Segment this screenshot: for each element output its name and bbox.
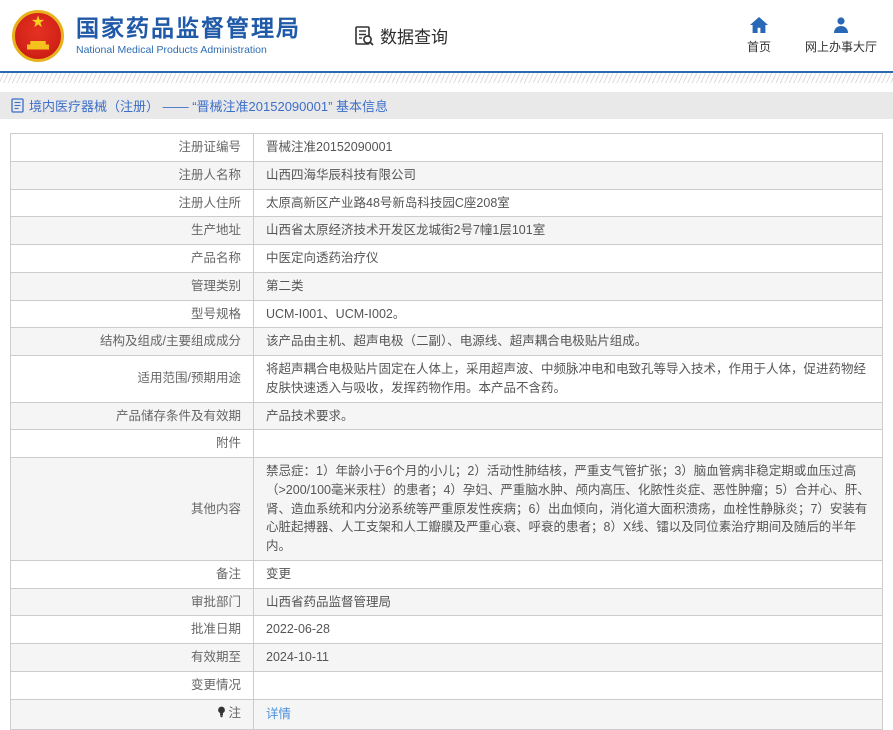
row-label: 结构及组成/主要组成成分 [11, 328, 254, 356]
row-label: 注册证编号 [11, 134, 254, 162]
row-label: 生产地址 [11, 217, 254, 245]
online-hall-label: 网上办事大厅 [805, 38, 877, 55]
stripe-divider [0, 73, 893, 83]
site-header: ★ 国家药品监督管理局 National Medical Products Ad… [0, 0, 893, 73]
row-label: 批准日期 [11, 616, 254, 644]
site-title: 国家药品监督管理局 [76, 15, 301, 41]
row-value: 将超声耦合电极贴片固定在人体上，采用超声波、中频脉冲电和电致孔等导入技术，作用于… [254, 356, 883, 403]
person-icon [831, 16, 851, 34]
row-value: 变更 [254, 560, 883, 588]
row-value [254, 430, 883, 458]
table-row: 批准日期2022-06-28 [11, 616, 883, 644]
table-row: 注册证编号晋械注准20152090001 [11, 134, 883, 162]
row-label: 注册人住所 [11, 189, 254, 217]
note-label-text: 注 [228, 704, 241, 723]
row-label: 管理类别 [11, 272, 254, 300]
row-value [254, 671, 883, 699]
row-value: 2022-06-28 [254, 616, 883, 644]
document-magnifier-icon [353, 25, 375, 47]
nmpa-emblem-icon: ★ [12, 10, 64, 62]
row-value: 产品技术要求。 [254, 402, 883, 430]
table-row: 其他内容禁忌症：1）年龄小于6个月的小儿；2）活动性肺结核，严重支气管扩张；3）… [11, 458, 883, 561]
data-query-label: 数据查询 [380, 23, 448, 48]
detail-link[interactable]: 详情 [266, 707, 291, 721]
home-link[interactable]: 首页 [747, 16, 771, 55]
table-row: 适用范围/预期用途将超声耦合电极贴片固定在人体上，采用超声波、中频脉冲电和电致孔… [11, 356, 883, 403]
emblem-gate [27, 41, 49, 50]
row-value: 2024-10-11 [254, 644, 883, 672]
table-row: 注册人名称山西四海华辰科技有限公司 [11, 161, 883, 189]
table-row: 注册人住所太原高新区产业路48号新岛科技园C座208室 [11, 189, 883, 217]
header-links: 首页 网上办事大厅 [747, 16, 877, 55]
breadcrumb: 境内医疗器械（注册） —— “晋械注准20152090001” 基本信息 [0, 92, 893, 119]
emblem-star: ★ [31, 15, 45, 31]
table-row: 变更情况 [11, 671, 883, 699]
table-row: 管理类别第二类 [11, 272, 883, 300]
lamp-icon [217, 706, 226, 719]
row-label: 适用范围/预期用途 [11, 356, 254, 403]
home-label: 首页 [747, 38, 771, 55]
row-label: 有效期至 [11, 644, 254, 672]
row-value: 详情 [254, 699, 883, 730]
row-label: 附件 [11, 430, 254, 458]
row-value: 该产品由主机、超声电极（二副）、电源线、超声耦合电极贴片组成。 [254, 328, 883, 356]
online-hall-link[interactable]: 网上办事大厅 [805, 16, 877, 55]
row-label: 产品名称 [11, 245, 254, 273]
row-value: 禁忌症：1）年龄小于6个月的小儿；2）活动性肺结核，严重支气管扩张；3）脑血管病… [254, 458, 883, 561]
table-row: 有效期至2024-10-11 [11, 644, 883, 672]
row-label: 备注 [11, 560, 254, 588]
row-label: 审批部门 [11, 588, 254, 616]
row-value: 中医定向透药治疗仪 [254, 245, 883, 273]
row-value: 太原高新区产业路48号新岛科技园C座208室 [254, 189, 883, 217]
row-value: 晋械注准20152090001 [254, 134, 883, 162]
row-value: UCM-Ⅰ001、UCM-Ⅰ002。 [254, 300, 883, 328]
site-subtitle: National Medical Products Administration [76, 44, 301, 56]
row-label: 注 [11, 699, 254, 730]
table-row: 产品储存条件及有效期产品技术要求。 [11, 402, 883, 430]
row-value: 山西省药品监督管理局 [254, 588, 883, 616]
row-label: 型号规格 [11, 300, 254, 328]
site-title-block: 国家药品监督管理局 National Medical Products Admi… [76, 15, 301, 55]
table-row: 审批部门山西省药品监督管理局 [11, 588, 883, 616]
registration-info-table: 注册证编号晋械注准20152090001 注册人名称山西四海华辰科技有限公司 注… [10, 133, 883, 730]
row-value: 山西省太原经济技术开发区龙城街2号7幢1层101室 [254, 217, 883, 245]
home-icon [749, 16, 769, 34]
table-row: 产品名称中医定向透药治疗仪 [11, 245, 883, 273]
row-label: 其他内容 [11, 458, 254, 561]
row-label: 产品储存条件及有效期 [11, 402, 254, 430]
row-label: 注册人名称 [11, 161, 254, 189]
row-value: 第二类 [254, 272, 883, 300]
table-row: 注 详情 [11, 699, 883, 730]
table-row: 结构及组成/主要组成成分该产品由主机、超声电极（二副）、电源线、超声耦合电极贴片… [11, 328, 883, 356]
row-value: 山西四海华辰科技有限公司 [254, 161, 883, 189]
table-row: 附件 [11, 430, 883, 458]
table-row: 生产地址山西省太原经济技术开发区龙城街2号7幢1层101室 [11, 217, 883, 245]
breadcrumb-text: 境内医疗器械（注册） —— “晋械注准20152090001” 基本信息 [29, 96, 388, 115]
data-query-nav[interactable]: 数据查询 [353, 23, 448, 48]
row-label: 变更情况 [11, 671, 254, 699]
table-row: 型号规格UCM-Ⅰ001、UCM-Ⅰ002。 [11, 300, 883, 328]
document-icon [11, 98, 24, 113]
table-row: 备注变更 [11, 560, 883, 588]
